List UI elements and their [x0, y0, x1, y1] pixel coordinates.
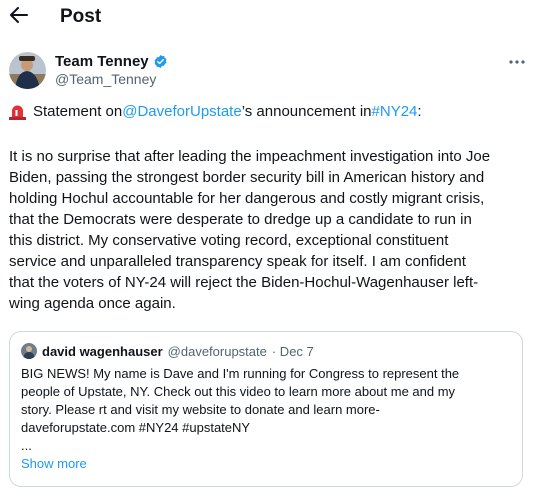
quoted-post-header: david wagenhauser @daveforupstate · Dec … [21, 343, 314, 359]
siren-icon [9, 105, 26, 120]
avatar[interactable] [9, 52, 46, 89]
author-section: Team Tenney @Team_Tenney [9, 52, 529, 92]
author-handle[interactable]: @Team_Tenney [55, 71, 156, 87]
post-body: It is no surprise that after leading the… [9, 148, 491, 312]
quoted-post[interactable]: david wagenhauser @daveforupstate · Dec … [9, 331, 523, 487]
mention-link[interactable]: @DaveforUpstate [122, 101, 241, 122]
statement-middle: ’s announcement in [241, 103, 372, 120]
verified-badge-icon [154, 54, 167, 69]
author-name[interactable]: Team Tenney [55, 53, 149, 70]
statement-suffix: : [417, 103, 422, 120]
statement-prefix: Statement on [33, 103, 123, 120]
post-statement-line: Statement on @DaveforUpstate ’s announce… [9, 101, 529, 122]
hashtag-link[interactable]: #NY24 [372, 101, 418, 122]
page-title: Post [60, 6, 102, 27]
quoted-post-date: · Dec 7 [271, 343, 314, 359]
quoted-author-handle: @daveforupstate [167, 343, 267, 359]
more-options-button[interactable] [506, 52, 528, 72]
show-more-link[interactable]: Show more [21, 456, 87, 471]
quoted-avatar [21, 343, 37, 359]
quoted-author-name: david wagenhauser [42, 343, 163, 359]
back-button[interactable] [8, 3, 30, 27]
post-header: Post [0, 0, 540, 36]
arrow-left-icon [10, 7, 28, 23]
more-horizontal-icon [509, 60, 525, 64]
quoted-post-text: BIG NEWS! My name is Dave and I'm runnin… [21, 366, 460, 453]
